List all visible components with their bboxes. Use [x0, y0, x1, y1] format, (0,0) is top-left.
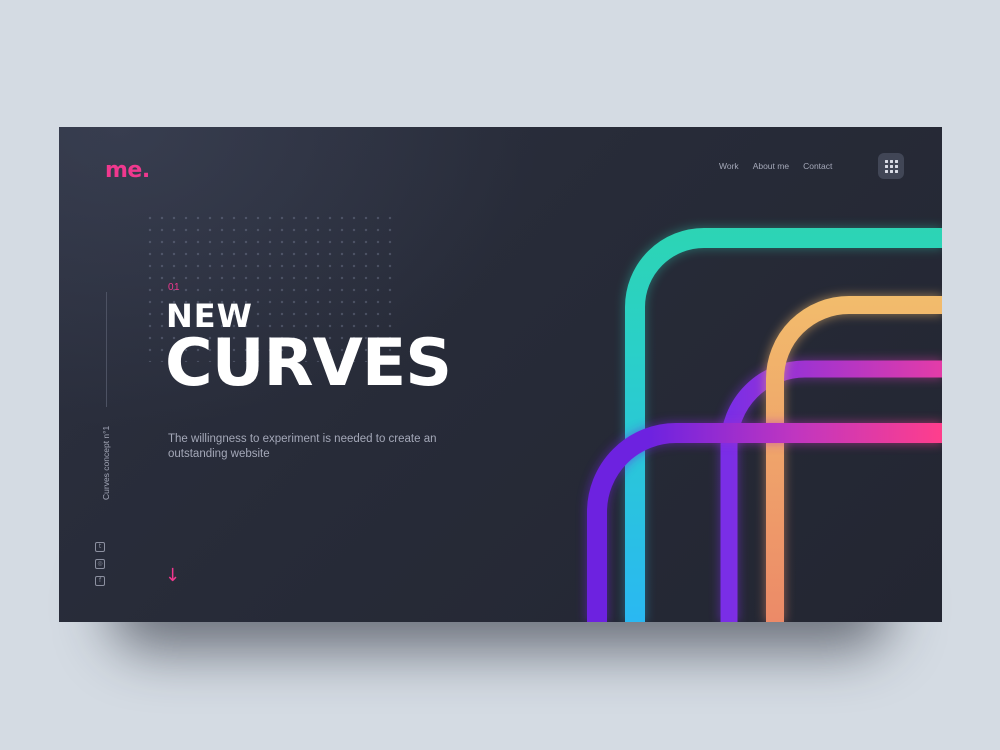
hero-tagline: The willingness to experiment is needed … [168, 433, 437, 460]
curves-illustration [586, 227, 942, 622]
instagram-icon[interactable]: ◎ [95, 559, 105, 569]
sidebar-divider [106, 292, 107, 407]
social-links: t ◎ f [95, 542, 105, 586]
hero-title-large: CURVES [165, 326, 452, 401]
curve-orange [766, 296, 942, 622]
landing-card: me. Work About me Contact Curves concept… [59, 127, 942, 622]
arrow-down-icon[interactable]: ↓ [165, 567, 180, 585]
twitter-icon[interactable]: t [95, 542, 105, 552]
logo[interactable]: me. [105, 158, 150, 183]
facebook-icon[interactable]: f [95, 576, 105, 586]
concept-label: Curves concept n°1 [101, 425, 111, 500]
slide-number: 01 [168, 282, 181, 293]
curve-purple [720, 360, 942, 622]
